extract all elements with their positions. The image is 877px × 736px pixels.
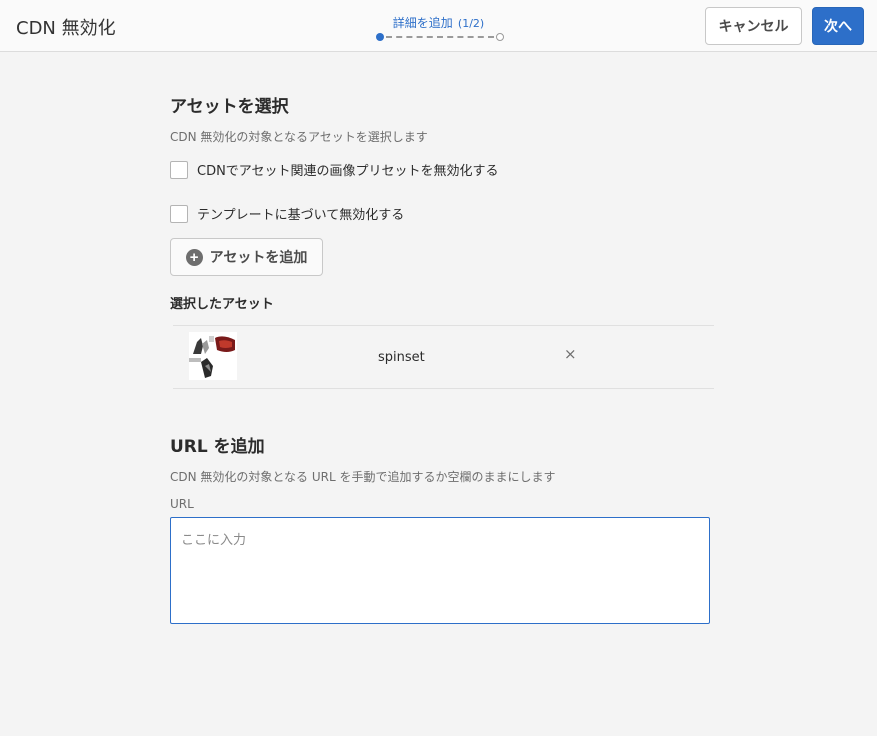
page-title: CDN 無効化 (16, 18, 116, 39)
step-progress-track (376, 33, 504, 41)
checkbox-label: CDNでアセット関連の画像プリセットを無効化する (197, 164, 499, 179)
step-label: 詳細を追加 (392, 16, 453, 30)
select-assets-heading: アセットを選択 (170, 97, 289, 117)
plus-circle-icon: + (185, 248, 203, 266)
checkbox-row-image-presets[interactable]: CDNでアセット関連の画像プリセットを無効化する (170, 160, 499, 179)
template-checkbox[interactable] (170, 204, 188, 223)
step-count: (1/2) (457, 17, 485, 30)
step-connector (386, 36, 494, 38)
next-button[interactable]: 次へ (812, 7, 864, 45)
asset-name: spinset (378, 350, 425, 365)
top-bar: CDN 無効化 詳細を追加 (1/2) キャンセル 次へ (0, 0, 877, 52)
cancel-button[interactable]: キャンセル (705, 7, 802, 45)
add-url-heading: URL を追加 (170, 437, 265, 457)
checkbox-label: テンプレートに基づいて無効化する (197, 208, 405, 223)
step-dot-current (376, 33, 384, 41)
add-asset-button[interactable]: + アセットを追加 (170, 238, 323, 276)
step-dot-next (496, 33, 504, 41)
image-presets-checkbox[interactable] (170, 160, 188, 179)
asset-thumbnail (189, 332, 237, 380)
select-assets-description: CDN 無効化の対象となるアセットを選択します (170, 130, 428, 144)
url-input[interactable] (170, 517, 710, 624)
checkbox-row-template[interactable]: テンプレートに基づいて無効化する (170, 204, 404, 223)
url-field-label: URL (170, 497, 194, 511)
add-asset-label: アセットを追加 (209, 249, 308, 265)
add-url-description: CDN 無効化の対象となる URL を手動で追加するか空欄のままにします (170, 470, 556, 484)
selected-assets-heading: 選択したアセット (170, 297, 274, 312)
remove-asset-close-icon[interactable]: × (564, 346, 577, 362)
list-item: spinset × (173, 325, 714, 389)
